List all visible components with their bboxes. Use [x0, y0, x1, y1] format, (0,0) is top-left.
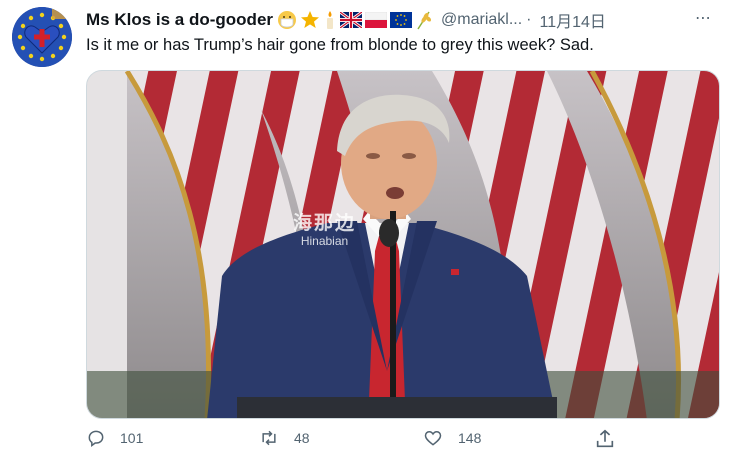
- user-handle[interactable]: @mariakl...: [441, 11, 522, 29]
- press-conference-photo: [87, 71, 719, 418]
- timestamp[interactable]: 11月14日: [540, 8, 606, 32]
- star-icon: [301, 11, 320, 28]
- heart-icon: [424, 430, 442, 446]
- wheat-icon: [417, 11, 432, 30]
- tweet-actions: 101 48 148: [86, 428, 720, 458]
- more-options-icon[interactable]: ⋯: [695, 8, 711, 28]
- watermark-zh: 海那边: [293, 213, 357, 234]
- reply-count: 101: [120, 430, 144, 446]
- reply-icon: [88, 430, 104, 447]
- retweet-count: 48: [294, 430, 310, 446]
- media-watermark: 海那边 Hinabian: [293, 213, 356, 249]
- retweet-icon: [262, 430, 276, 446]
- eu-flag-icon: [390, 12, 413, 28]
- like-count: 148: [458, 430, 482, 446]
- share-button[interactable]: [594, 428, 616, 450]
- name-emojis: [277, 10, 433, 30]
- separator-dot: ·: [526, 11, 532, 28]
- tweet-media-image[interactable]: 海那边 Hinabian: [86, 70, 720, 419]
- share-icon: [596, 429, 614, 448]
- like-button[interactable]: 148: [422, 428, 481, 448]
- tweet-header: Ms Klos is a do-gooder @mariakl... · 11月…: [86, 8, 720, 32]
- avatar[interactable]: [12, 7, 72, 67]
- candle-icon: [327, 11, 334, 29]
- display-name[interactable]: Ms Klos is a do-gooder: [86, 10, 273, 30]
- watermark-en: Hinabian: [300, 233, 349, 248]
- tweet-text: Is it me or has Trump’s hair gone from b…: [86, 36, 594, 54]
- reply-button[interactable]: 101: [86, 428, 143, 448]
- uk-flag-icon: [340, 12, 363, 28]
- retweet-button[interactable]: 48: [258, 428, 310, 448]
- mask-face-icon: [278, 11, 297, 29]
- poland-flag-icon: [365, 12, 388, 28]
- avatar-eu-heart-image: [12, 7, 72, 67]
